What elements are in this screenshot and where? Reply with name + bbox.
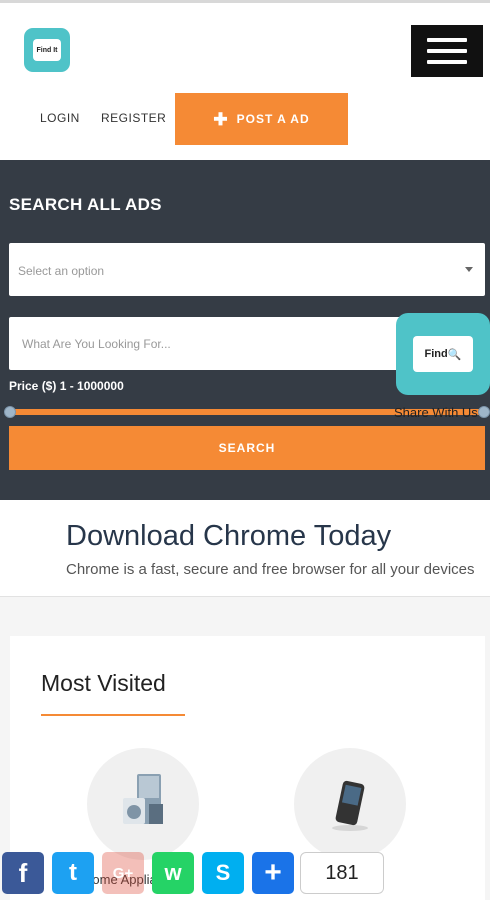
most-visited-title: Most Visited — [41, 670, 166, 696]
hamburger-icon-bar-bottom — [427, 60, 467, 64]
hamburger-icon-bar-top — [427, 38, 467, 42]
skype-share-button[interactable]: S — [202, 852, 244, 894]
whatsapp-share-button[interactable]: w — [152, 852, 194, 894]
social-share-bar: f t G+ w S + 181 — [0, 850, 490, 896]
twitter-icon: t — [69, 859, 77, 886]
title-underline — [41, 714, 185, 716]
share-widget-logo: Find 🔍 — [413, 336, 473, 372]
google-plus-share-button[interactable]: G+ — [102, 852, 144, 894]
search-button[interactable]: SEARCH — [9, 426, 485, 470]
facebook-icon: f — [18, 857, 28, 888]
skype-icon: S — [215, 860, 231, 885]
share-widget-button[interactable]: Find 🔍 — [396, 313, 490, 395]
register-link[interactable]: REGISTER — [101, 111, 166, 125]
share-count: 181 — [300, 852, 384, 894]
promo-subtitle: Chrome is a fast, secure and free browse… — [66, 561, 475, 578]
appliances-icon — [123, 774, 163, 824]
facebook-share-button[interactable]: f — [2, 852, 44, 894]
more-share-button[interactable]: + — [252, 852, 294, 894]
site-logo[interactable]: Find It — [24, 28, 70, 72]
plus-icon: ✚ — [213, 109, 229, 129]
login-link[interactable]: LOGIN — [40, 111, 80, 125]
price-slider-max-handle[interactable] — [478, 406, 490, 418]
whatsapp-icon: w — [164, 860, 182, 885]
category-mobile-phones[interactable] — [294, 748, 406, 860]
logo-text: Find It — [33, 39, 61, 61]
hamburger-icon-bar-middle — [427, 49, 467, 53]
post-ad-button[interactable]: ✚ POST A AD — [175, 93, 348, 145]
chrome-promo-banner[interactable]: Download Chrome Today Chrome is a fast, … — [0, 500, 490, 597]
share-widget-logo-text: Find — [424, 348, 448, 360]
twitter-share-button[interactable]: t — [52, 852, 94, 894]
category-home-appliances[interactable] — [87, 748, 199, 860]
google-plus-icon: G+ — [112, 864, 134, 882]
share-caption: Share With Us — [394, 405, 478, 420]
share-plus-icon: + — [264, 856, 282, 889]
category-select-placeholder: Select an option — [18, 264, 105, 278]
chevron-down-icon — [465, 267, 473, 272]
price-range-label: Price ($) 1 - 1000000 — [9, 379, 124, 393]
post-ad-label: POST A AD — [236, 112, 310, 126]
search-title: SEARCH ALL ADS — [9, 195, 162, 214]
category-select[interactable]: Select an option — [9, 243, 485, 296]
price-slider-min-handle[interactable] — [4, 406, 16, 418]
mobile-phone-icon — [332, 780, 368, 831]
magnifier-icon: 🔍 — [447, 348, 462, 361]
menu-button[interactable] — [411, 25, 483, 77]
promo-title: Download Chrome Today — [66, 520, 392, 552]
site-header: Find It LOGIN REGISTER ✚ POST A AD — [0, 0, 490, 160]
